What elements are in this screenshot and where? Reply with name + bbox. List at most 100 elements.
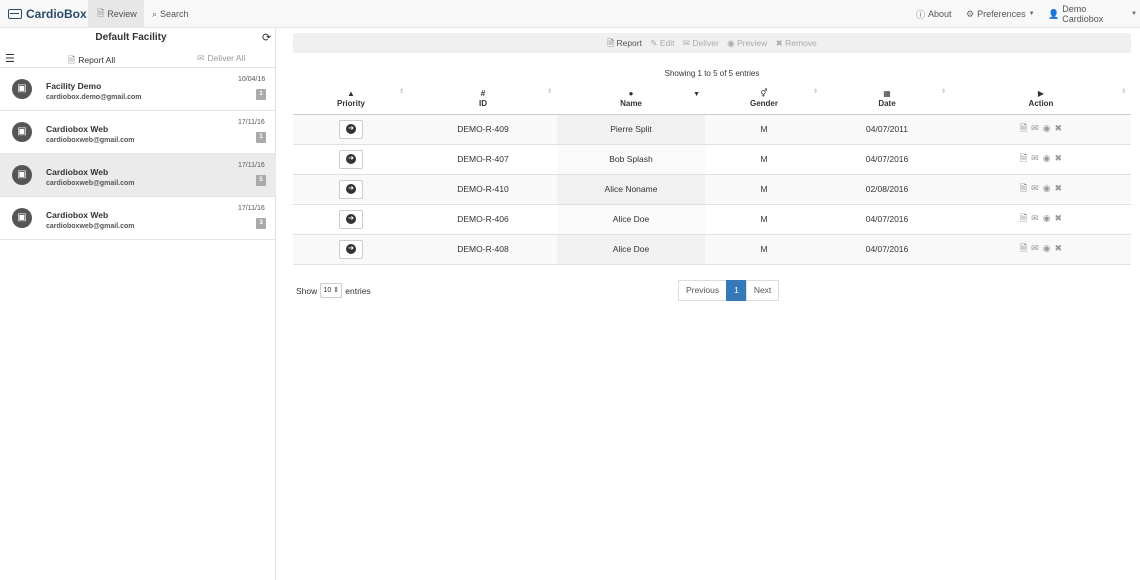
sort-icon: ⇕ bbox=[940, 89, 946, 95]
report-icon[interactable]: 🗎 bbox=[1020, 241, 1027, 257]
page-1-button[interactable]: 1 bbox=[726, 280, 747, 301]
table-row[interactable]: ➜ DEMO-R-406 Alice Doe M 04/07/2016 🗎 ✉ ◉ ✖ bbox=[293, 204, 1131, 235]
report-icon[interactable]: 🗎 bbox=[1020, 151, 1027, 167]
next-button[interactable]: Next bbox=[745, 280, 780, 301]
eye-icon[interactable]: ◉ bbox=[1043, 123, 1051, 134]
gender-cell: M bbox=[705, 144, 823, 175]
priority-cell: ➜ bbox=[293, 144, 409, 175]
priority-cell: ➜ bbox=[293, 204, 409, 235]
column-id[interactable]: # ID ⇕ bbox=[409, 84, 557, 115]
envelope-icon[interactable]: ✉ bbox=[1031, 183, 1039, 194]
column-date-label: Date bbox=[878, 98, 896, 108]
priority-button[interactable]: ➜ bbox=[339, 209, 363, 229]
clipboard-icon: ▣ bbox=[12, 165, 32, 185]
refresh-icon[interactable]: ⟳ bbox=[262, 31, 271, 44]
eye-icon[interactable]: ◉ bbox=[1043, 243, 1051, 254]
facility-badge: 3 bbox=[256, 218, 266, 229]
facility-item[interactable]: ▣ Facility Demo cardiobox.demo@gmail.com… bbox=[0, 68, 276, 111]
document-icon: 🗎 bbox=[607, 38, 615, 48]
remove-button[interactable]: ✖ Remove bbox=[776, 38, 817, 48]
deliver-all-button[interactable]: ✉ Deliver All bbox=[197, 53, 245, 64]
column-action-label: Action bbox=[1028, 98, 1054, 108]
facility-item[interactable]: ▣ Cardiobox Web cardioboxweb@gmail.com 1… bbox=[0, 111, 276, 154]
eye-icon[interactable]: ◉ bbox=[1043, 153, 1051, 164]
table-row[interactable]: ➜ DEMO-R-409 Pierre Split M 04/07/2011 🗎… bbox=[293, 114, 1131, 145]
nav-user[interactable]: 👤 Demo Cardiobox ▼ bbox=[1048, 0, 1140, 28]
action-cell: 🗎 ✉ ◉ ✖ bbox=[951, 234, 1131, 265]
column-name[interactable]: ● Name ▼ bbox=[557, 84, 705, 115]
column-action[interactable]: ▶ Action ⇕ bbox=[951, 84, 1131, 115]
column-id-label: ID bbox=[479, 98, 487, 108]
facility-date: 17/11/16 bbox=[238, 162, 265, 169]
report-icon[interactable]: 🗎 bbox=[1020, 211, 1027, 227]
nav-preferences[interactable]: ⚙ Preferences ▼ bbox=[966, 0, 1038, 28]
report-label: Report bbox=[616, 38, 642, 48]
envelope-icon[interactable]: ✉ bbox=[1031, 243, 1039, 254]
report-all-button[interactable]: 🗎 Report All bbox=[68, 53, 115, 69]
id-cell: DEMO-R-407 bbox=[409, 144, 557, 175]
column-gender[interactable]: ⚥ Gender ⇕ bbox=[705, 84, 823, 115]
edit-button[interactable]: ✎ Edit bbox=[650, 38, 674, 48]
document-icon: 🗎 bbox=[97, 8, 105, 18]
deliver-all-label: Deliver All bbox=[207, 53, 246, 63]
envelope-icon[interactable]: ✉ bbox=[1031, 123, 1039, 134]
brand-logo[interactable]: CardioBox bbox=[8, 0, 87, 28]
report-button[interactable]: 🗎 Report bbox=[607, 38, 642, 48]
close-icon[interactable]: ✖ bbox=[1055, 243, 1063, 254]
table-row[interactable]: ➜ DEMO-R-407 Bob Splash M 04/07/2016 🗎 ✉ ◉… bbox=[293, 144, 1131, 175]
eye-icon[interactable]: ◉ bbox=[1043, 213, 1051, 224]
priority-button[interactable]: ➜ bbox=[339, 149, 363, 169]
close-icon[interactable]: ✖ bbox=[1055, 183, 1063, 194]
preview-button[interactable]: ◉ Preview bbox=[727, 38, 767, 48]
user-icon: ● bbox=[628, 88, 634, 98]
facility-email: cardiobox.demo@gmail.com bbox=[46, 94, 142, 101]
priority-button[interactable]: ➜ bbox=[339, 179, 363, 199]
facility-item[interactable]: ▣ Cardiobox Web cardioboxweb@gmail.com 1… bbox=[0, 197, 276, 240]
facility-email: cardioboxweb@gmail.com bbox=[46, 137, 135, 144]
deliver-label: Deliver bbox=[692, 38, 719, 48]
report-icon[interactable]: 🗎 bbox=[1020, 121, 1027, 137]
table-row[interactable]: ➜ DEMO-R-410 Alice Noname M 02/08/2016 🗎… bbox=[293, 174, 1131, 205]
document-icon: 🗎 bbox=[68, 55, 76, 65]
facility-name: Facility Demo bbox=[46, 81, 102, 91]
facility-item[interactable]: ▣ Cardiobox Web cardioboxweb@gmail.com 1… bbox=[0, 154, 276, 197]
sort-icon: ⇕ bbox=[398, 89, 404, 95]
facility-email: cardioboxweb@gmail.com bbox=[46, 180, 135, 187]
column-gender-label: Gender bbox=[749, 98, 778, 108]
nav-about[interactable]: ⓘ About bbox=[916, 0, 952, 28]
previous-button[interactable]: Previous bbox=[678, 280, 728, 301]
facility-name: Cardiobox Web bbox=[46, 124, 109, 134]
id-cell: DEMO-R-408 bbox=[409, 234, 557, 265]
close-icon: ✖ bbox=[775, 38, 783, 48]
name-cell: Alice Doe bbox=[557, 204, 705, 235]
close-icon[interactable]: ✖ bbox=[1055, 123, 1063, 134]
action-cell: 🗎 ✉ ◉ ✖ bbox=[951, 174, 1131, 205]
close-icon[interactable]: ✖ bbox=[1055, 213, 1063, 224]
remove-label: Remove bbox=[785, 38, 817, 48]
eye-icon: ◉ bbox=[727, 38, 735, 48]
deliver-button[interactable]: ✉ Deliver bbox=[683, 38, 719, 48]
envelope-icon[interactable]: ✉ bbox=[1031, 153, 1039, 164]
date-cell: 04/07/2016 bbox=[823, 204, 951, 235]
nav-search-label: Search bbox=[160, 9, 189, 19]
table-row[interactable]: ➜ DEMO-R-408 Alice Doe M 04/07/2016 🗎 ✉ ◉ ✖ bbox=[293, 234, 1131, 265]
nav-search[interactable]: ⌕ Search bbox=[144, 0, 189, 28]
page-size-select[interactable]: 10 ⇕ bbox=[320, 283, 343, 298]
date-cell: 02/08/2016 bbox=[823, 174, 951, 205]
column-priority[interactable]: ▲ Priority ⇕ bbox=[293, 84, 409, 115]
priority-button[interactable]: ➜ bbox=[339, 119, 363, 139]
facility-sidebar: Default Facility ⟳ ☰ 🗎 Report All ✉ Delive… bbox=[0, 28, 276, 580]
report-icon[interactable]: 🗎 bbox=[1020, 181, 1027, 197]
sort-icon: ⇕ bbox=[546, 89, 552, 95]
list-icon[interactable]: ☰ bbox=[5, 52, 15, 65]
priority-button[interactable]: ➜ bbox=[339, 239, 363, 259]
close-icon[interactable]: ✖ bbox=[1055, 153, 1063, 164]
nav-review[interactable]: 🗎 Review bbox=[88, 0, 144, 28]
envelope-icon[interactable]: ✉ bbox=[1031, 213, 1039, 224]
clipboard-icon: ▣ bbox=[12, 79, 32, 99]
brand-name: CardioBox bbox=[26, 7, 87, 21]
column-date[interactable]: ▦ Date ⇕ bbox=[823, 84, 951, 115]
eye-icon[interactable]: ◉ bbox=[1043, 183, 1051, 194]
id-cell: DEMO-R-409 bbox=[409, 114, 557, 145]
show-label: Show bbox=[296, 285, 318, 296]
